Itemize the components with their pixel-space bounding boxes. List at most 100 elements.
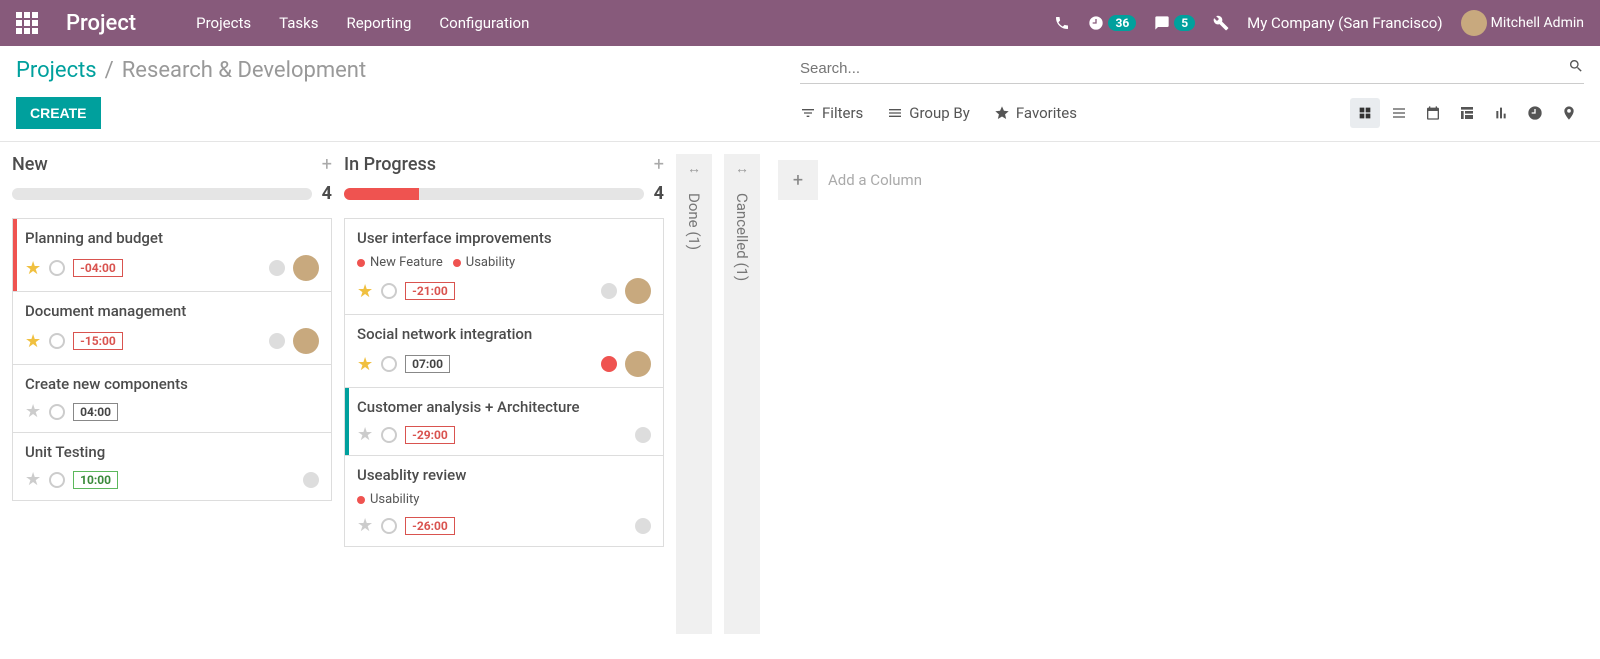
column-title[interactable]: In Progress — [344, 154, 644, 175]
add-column-button[interactable]: + — [778, 160, 818, 200]
messages-icon[interactable]: 5 — [1154, 15, 1195, 31]
card-color-bar — [13, 219, 17, 291]
kanban-card[interactable]: User interface improvements New FeatureU… — [344, 218, 664, 315]
clock-icon[interactable] — [381, 283, 397, 299]
quick-create-icon[interactable]: + — [654, 154, 664, 175]
time-remaining-badge: -04:00 — [73, 259, 123, 277]
assignee-avatar[interactable] — [625, 278, 651, 304]
assignee-avatar[interactable] — [293, 255, 319, 281]
assignee-avatar[interactable] — [293, 328, 319, 354]
kanban-state-icon[interactable] — [635, 427, 651, 443]
favorites-button[interactable]: Favorites — [994, 104, 1077, 122]
company-switcher[interactable]: My Company (San Francisco) — [1247, 14, 1442, 32]
tag-dot-icon — [357, 259, 365, 267]
kanban-state-icon[interactable] — [269, 260, 285, 276]
task-title: Create new components — [25, 375, 319, 393]
clock-icon[interactable] — [381, 427, 397, 443]
expand-icon: ↔ — [687, 160, 701, 177]
clock-icon[interactable] — [49, 404, 65, 420]
task-title: Social network integration — [357, 325, 651, 343]
priority-star-icon[interactable]: ★ — [25, 401, 41, 422]
activity-icon[interactable]: 36 — [1088, 15, 1136, 31]
task-title: Planning and budget — [25, 229, 319, 247]
clock-icon[interactable] — [49, 333, 65, 349]
view-kanban-icon[interactable] — [1350, 98, 1380, 128]
breadcrumb-current: Research & Development — [122, 58, 366, 83]
quick-create-icon[interactable]: + — [322, 154, 332, 175]
nav-tasks[interactable]: Tasks — [279, 14, 318, 32]
time-remaining-badge: -29:00 — [405, 426, 455, 444]
user-menu[interactable]: Mitchell Admin — [1461, 10, 1584, 36]
clock-icon[interactable] — [49, 472, 65, 488]
kanban-card[interactable]: Useablity review Usability ★ -26:00 — [344, 456, 664, 547]
kanban-card[interactable]: Create new components ★ 04:00 — [12, 365, 332, 433]
time-remaining-badge: 04:00 — [73, 403, 118, 421]
search-icon[interactable] — [1568, 58, 1584, 79]
task-title: Unit Testing — [25, 443, 319, 461]
card-color-bar — [345, 388, 349, 455]
app-brand[interactable]: Project — [66, 11, 136, 36]
task-tag: New Feature — [357, 255, 443, 270]
kanban-state-icon[interactable] — [269, 333, 285, 349]
kanban-column: New + 4 Planning and budget ★ -04:00 — [12, 154, 332, 501]
kanban-card[interactable]: Unit Testing ★ 10:00 — [12, 433, 332, 501]
kanban-state-icon[interactable] — [303, 472, 319, 488]
apps-icon[interactable] — [16, 12, 38, 34]
view-graph-icon[interactable] — [1486, 98, 1516, 128]
add-column-label[interactable]: Add a Column — [828, 171, 922, 189]
folded-column[interactable]: ↔ Cancelled (1) — [724, 154, 760, 634]
priority-star-icon[interactable]: ★ — [25, 258, 41, 279]
priority-star-icon[interactable]: ★ — [25, 469, 41, 490]
clock-icon[interactable] — [381, 356, 397, 372]
assignee-avatar[interactable] — [625, 351, 651, 377]
priority-star-icon[interactable]: ★ — [25, 331, 41, 352]
groupby-button[interactable]: Group By — [887, 104, 970, 122]
clock-icon[interactable] — [381, 518, 397, 534]
folded-column[interactable]: ↔Done (1) — [676, 154, 712, 634]
create-button[interactable]: CREATE — [16, 97, 101, 129]
priority-star-icon[interactable]: ★ — [357, 281, 373, 302]
view-calendar-icon[interactable] — [1418, 98, 1448, 128]
kanban-state-icon[interactable] — [601, 356, 617, 372]
user-name: Mitchell Admin — [1491, 15, 1584, 31]
filters-button[interactable]: Filters — [800, 104, 863, 122]
kanban-state-icon[interactable] — [601, 283, 617, 299]
view-activity-icon[interactable] — [1520, 98, 1550, 128]
nav-configuration[interactable]: Configuration — [439, 14, 529, 32]
time-remaining-badge: -15:00 — [73, 332, 123, 350]
column-progress-bar[interactable] — [12, 188, 312, 200]
priority-star-icon[interactable]: ★ — [357, 515, 373, 536]
column-title[interactable]: New — [12, 154, 312, 175]
kanban-card[interactable]: Customer analysis + Architecture ★ -29:0… — [344, 388, 664, 456]
folded-column-title: Cancelled (1) — [733, 189, 751, 281]
kanban-state-icon[interactable] — [635, 518, 651, 534]
time-remaining-badge: 07:00 — [405, 355, 450, 373]
view-pivot-icon[interactable] — [1452, 98, 1482, 128]
kanban-card[interactable]: Document management ★ -15:00 — [12, 292, 332, 365]
view-map-icon[interactable] — [1554, 98, 1584, 128]
tag-dot-icon — [357, 496, 365, 504]
priority-star-icon[interactable]: ★ — [357, 354, 373, 375]
nav-reporting[interactable]: Reporting — [347, 14, 412, 32]
kanban-card[interactable]: Planning and budget ★ -04:00 — [12, 218, 332, 292]
clock-icon[interactable] — [49, 260, 65, 276]
phone-icon[interactable] — [1054, 15, 1070, 31]
column-count: 4 — [654, 183, 664, 204]
column-progress-bar[interactable] — [344, 188, 644, 200]
nav-projects[interactable]: Projects — [196, 14, 251, 32]
breadcrumb: Projects / Research & Development — [16, 58, 800, 83]
time-remaining-badge: 10:00 — [73, 471, 118, 489]
tag-dot-icon — [453, 259, 461, 267]
debug-icon[interactable] — [1213, 15, 1229, 31]
kanban-card[interactable]: Social network integration ★ 07:00 — [344, 315, 664, 388]
breadcrumb-root[interactable]: Projects — [16, 58, 97, 83]
expand-icon: ↔ — [735, 160, 749, 177]
search-input[interactable] — [800, 60, 1568, 77]
time-remaining-badge: -21:00 — [405, 282, 455, 300]
time-remaining-badge: -26:00 — [405, 517, 455, 535]
priority-star-icon[interactable]: ★ — [357, 424, 373, 445]
view-list-icon[interactable] — [1384, 98, 1414, 128]
kanban-column: In Progress + 4 User interface improveme… — [344, 154, 664, 547]
task-tag: Usability — [453, 255, 515, 270]
user-avatar — [1461, 10, 1487, 36]
